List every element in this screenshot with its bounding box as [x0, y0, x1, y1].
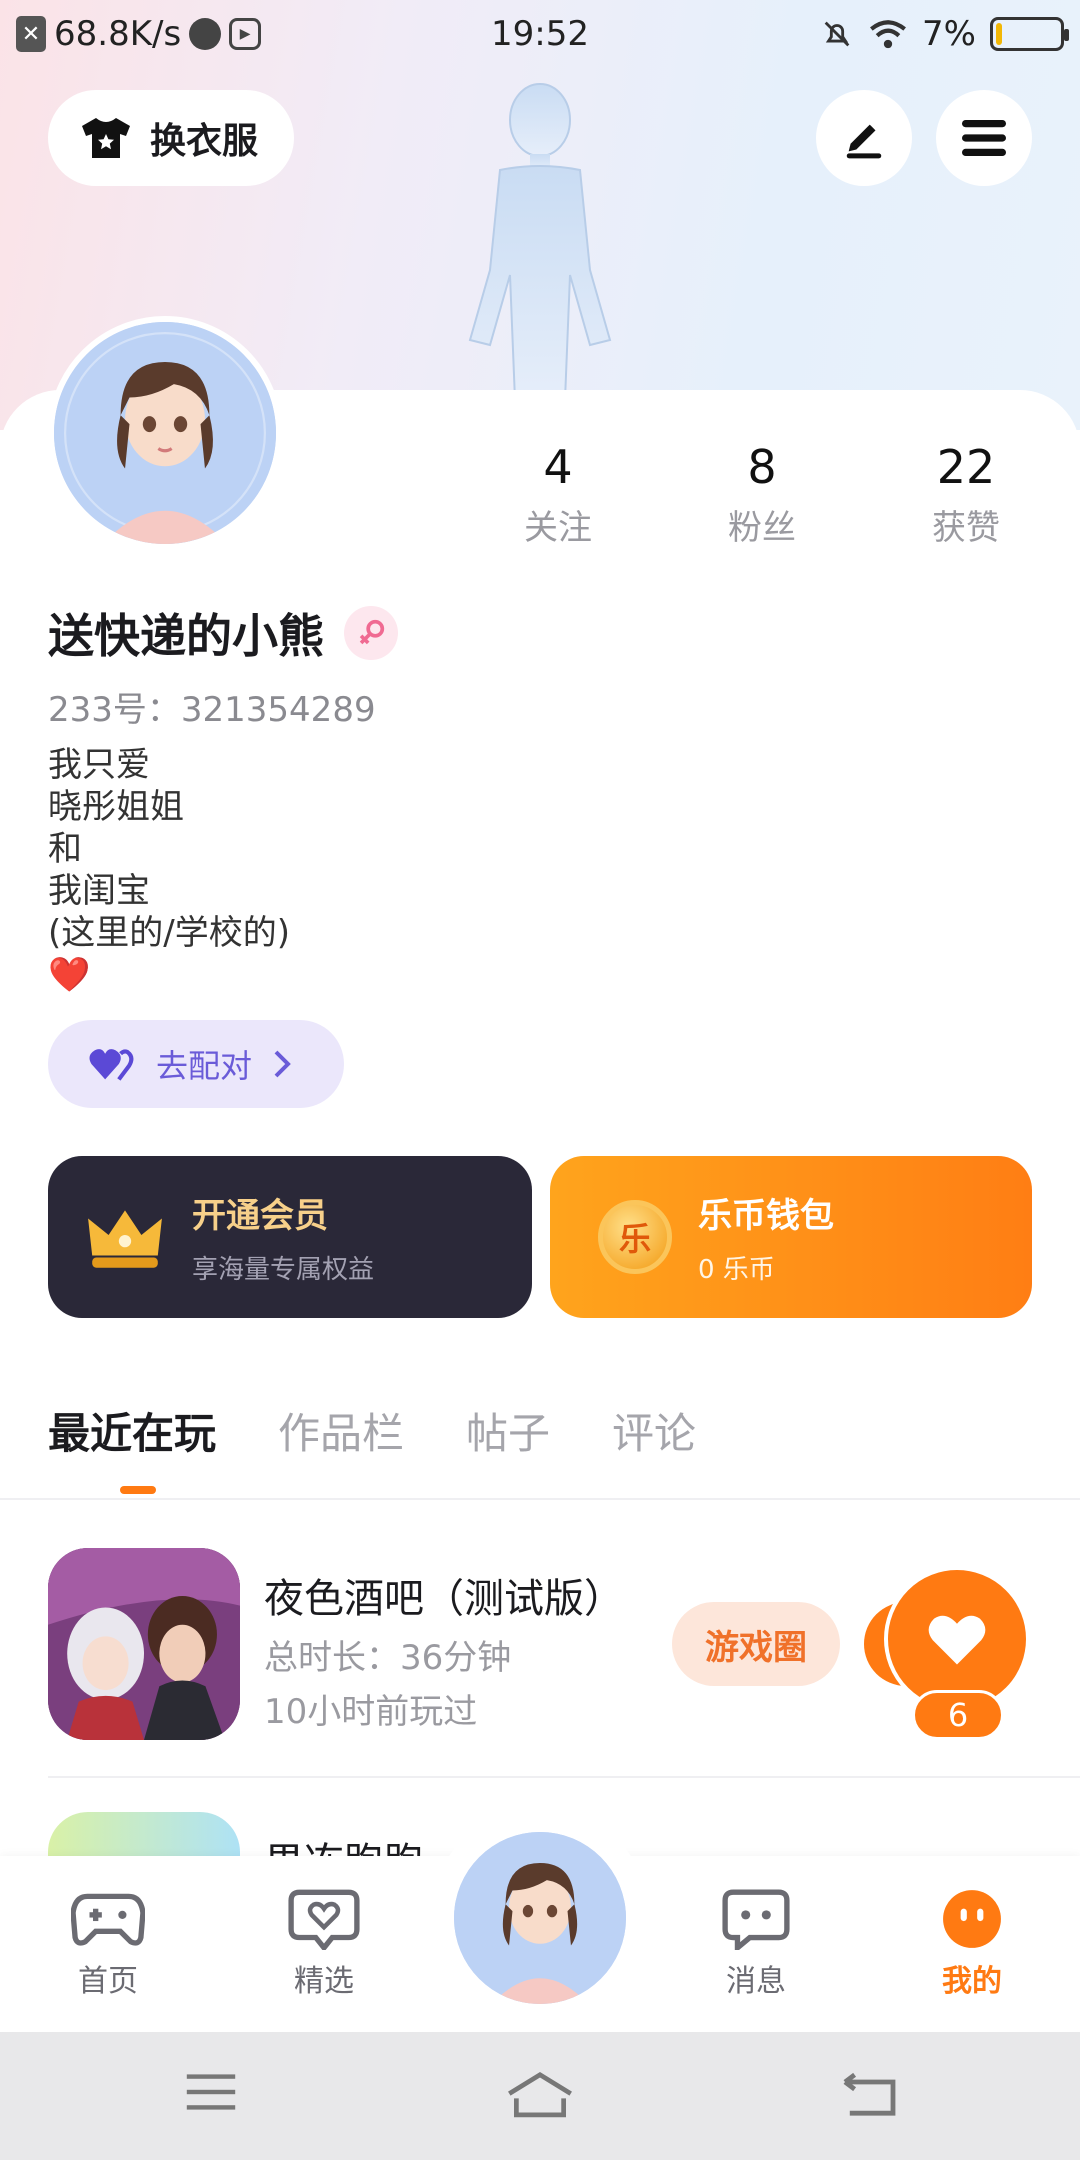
nav-label: 消息: [726, 1964, 786, 1999]
nav-home[interactable]: 首页: [38, 1888, 178, 2000]
chevron-right-icon: [274, 1050, 291, 1078]
avatar-portrait: [454, 1832, 626, 2004]
match-button[interactable]: 去配对: [48, 1020, 344, 1108]
gamepad-icon: [71, 1893, 145, 1946]
stat-value: 22: [936, 440, 996, 494]
tab-recent-playing[interactable]: 最近在玩: [48, 1400, 216, 1461]
heart-icon: [928, 1615, 986, 1665]
user-id: 233号：321354289: [48, 690, 376, 730]
active-tab-indicator: [120, 1486, 156, 1494]
divider: [0, 1498, 1080, 1500]
change-outfit-label: 换衣服: [150, 121, 259, 162]
stat-value: 4: [543, 440, 573, 494]
vip-subtitle: 享海量专属权益: [192, 1255, 375, 1285]
profile-face-icon: [943, 1890, 1001, 1948]
stat-likes[interactable]: 22 获赞: [886, 440, 1046, 549]
bio-line: 我只爱: [48, 745, 150, 785]
bio-line: 我闺宝: [48, 871, 150, 911]
stat-label: 粉丝: [728, 508, 796, 548]
wallet-card[interactable]: 乐 乐币钱包 0 乐币: [550, 1156, 1032, 1318]
heart-chat-icon: [288, 1889, 360, 1950]
tab-works[interactable]: 作品栏: [278, 1400, 404, 1461]
mute-bell-icon: [824, 21, 850, 47]
vip-title: 开通会员: [192, 1196, 328, 1236]
username-row: 送快递的小熊: [48, 600, 398, 666]
stat-label: 关注: [524, 508, 592, 548]
bio: 我只爱 晓彤姐姐 和 我闺宝 (这里的/学校的) ❤️: [48, 744, 290, 996]
status-right: 7%: [820, 14, 1069, 54]
game-title: 夜色酒吧（测试版）: [264, 1576, 624, 1622]
stat-value: 8: [747, 440, 777, 494]
like-count: 6: [912, 1690, 1004, 1740]
game-last-played: 10小时前玩过: [264, 1692, 478, 1732]
divider: [48, 1776, 1080, 1778]
profile-tabs: 最近在玩 作品栏 帖子 评论: [48, 1400, 696, 1461]
coin-icon: 乐: [598, 1200, 672, 1274]
avatar-3d-figure: [468, 83, 612, 400]
match-label: 去配对: [156, 1047, 253, 1085]
nav-profile[interactable]: 我的: [902, 1888, 1042, 2000]
stat-followers[interactable]: 8 粉丝: [682, 440, 842, 549]
nav-label: 我的: [942, 1964, 1002, 1999]
nav-avatar-button[interactable]: [454, 1832, 626, 2004]
wallet-title: 乐币钱包: [698, 1196, 834, 1236]
tab-comments[interactable]: 评论: [612, 1400, 696, 1461]
back-icon[interactable]: [840, 2070, 898, 2118]
menu-button[interactable]: [936, 90, 1032, 186]
tab-posts[interactable]: 帖子: [466, 1400, 550, 1461]
coin-glyph: 乐: [618, 1220, 651, 1258]
nav-label: 首页: [78, 1964, 138, 1999]
recent-apps-icon[interactable]: [184, 2070, 238, 2114]
bio-line: (这里的/学校的): [48, 913, 290, 953]
bio-line: ❤️: [48, 955, 91, 995]
bio-line: 晓彤姐姐: [48, 787, 184, 827]
tshirt-icon: [82, 118, 130, 158]
avatar[interactable]: [48, 316, 282, 550]
vip-membership-card[interactable]: 开通会员 享海量专属权益: [48, 1156, 532, 1318]
double-heart-icon: [89, 1049, 134, 1081]
game-duration: 总时长：36分钟: [264, 1638, 512, 1678]
wifi-icon: [870, 20, 907, 49]
nav-label: 精选: [294, 1964, 354, 1999]
bio-line: 和: [48, 829, 82, 869]
battery-icon: [990, 17, 1069, 51]
avatar-portrait: [54, 322, 276, 544]
wallet-text: 乐币钱包 0 乐币: [698, 1188, 834, 1286]
username: 送快递的小熊: [48, 609, 324, 663]
nav-messages[interactable]: 消息: [686, 1888, 826, 2000]
edit-profile-button[interactable]: [816, 90, 912, 186]
message-icon: [722, 1889, 790, 1950]
hamburger-icon: [962, 120, 1006, 156]
battery-percent: 7%: [922, 14, 976, 54]
home-icon[interactable]: [504, 2070, 576, 2122]
wallet-balance: 0 乐币: [698, 1255, 775, 1285]
game-icon: [48, 1548, 240, 1740]
pen-icon: [846, 124, 882, 159]
vip-text: 开通会员 享海量专属权益: [192, 1188, 374, 1286]
stat-label: 获赞: [932, 508, 1000, 548]
system-navigation-bar: [0, 2032, 1080, 2160]
nav-featured[interactable]: 精选: [254, 1888, 394, 2000]
status-bar: ✕ 68.8K/s ▶ 19:52 7%: [0, 0, 1080, 72]
game-circle-button[interactable]: 游戏圈: [672, 1602, 840, 1686]
stat-following[interactable]: 4 关注: [478, 440, 638, 549]
crown-icon: [88, 1210, 162, 1268]
change-outfit-button[interactable]: 换衣服: [48, 90, 294, 186]
female-gender-icon: [344, 606, 398, 660]
